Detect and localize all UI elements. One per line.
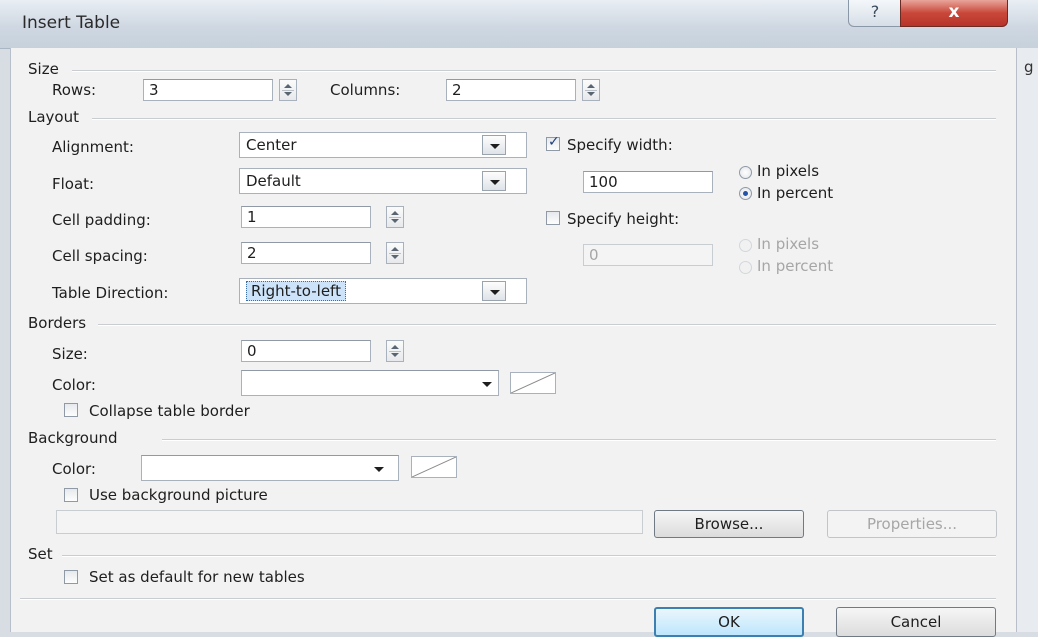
set-default-label: Set as default for new tables xyxy=(89,568,305,586)
background-color-label: Color: xyxy=(52,460,96,478)
no-color-icon xyxy=(412,457,456,477)
height-in-percent-radio xyxy=(739,261,752,274)
background-picture-path-input xyxy=(56,510,643,534)
cell-spacing-input[interactable]: 2 xyxy=(241,242,371,264)
height-in-pixels-label: In pixels xyxy=(757,235,820,253)
cancel-button[interactable]: Cancel xyxy=(836,607,996,637)
chevron-down-icon xyxy=(490,180,500,185)
cell-spacing-spinner[interactable] xyxy=(386,242,404,264)
rows-input[interactable]: 3 xyxy=(143,79,273,101)
spin-down-icon xyxy=(391,353,399,357)
specify-width-checkbox[interactable] xyxy=(546,134,560,151)
background-window-text: g xyxy=(1024,58,1034,76)
alignment-label: Alignment: xyxy=(52,138,134,156)
width-in-pixels-radio[interactable] xyxy=(739,166,752,179)
background-group-header: Background xyxy=(28,429,118,447)
spin-down-icon xyxy=(284,92,292,96)
set-group-header: Set xyxy=(28,545,53,563)
spin-down-icon xyxy=(391,219,399,223)
border-size-label: Size: xyxy=(52,345,88,363)
chevron-down-icon xyxy=(490,290,500,295)
float-dropdown-button[interactable] xyxy=(482,171,506,191)
size-group-header: Size xyxy=(28,60,59,78)
spin-up-icon xyxy=(587,84,595,88)
table-direction-label: Table Direction: xyxy=(52,284,169,302)
layout-group-divider xyxy=(92,118,996,120)
ok-button[interactable]: OK xyxy=(654,607,804,637)
border-color-label: Color: xyxy=(52,376,96,394)
specify-width-label: Specify width: xyxy=(567,136,673,154)
width-in-percent-radio[interactable] xyxy=(739,187,752,200)
background-color-select[interactable] xyxy=(141,455,399,481)
spin-down-icon xyxy=(587,92,595,96)
use-background-picture-label: Use background picture xyxy=(89,486,268,504)
cell-padding-spinner[interactable] xyxy=(386,206,404,228)
float-value: Default xyxy=(246,172,301,190)
borders-group-header: Borders xyxy=(28,314,87,332)
collapse-border-checkbox[interactable] xyxy=(64,403,78,417)
specify-height-checkbox[interactable] xyxy=(546,211,560,225)
background-window-strip xyxy=(1016,48,1038,632)
width-in-pixels-label: In pixels xyxy=(757,162,820,180)
browse-button[interactable]: Browse... xyxy=(654,510,804,538)
background-group-divider xyxy=(162,439,996,441)
use-background-picture-checkbox[interactable] xyxy=(64,488,78,502)
width-in-percent-label: In percent xyxy=(757,184,834,202)
help-icon: ? xyxy=(870,2,880,21)
chevron-down-icon xyxy=(490,144,500,149)
spin-down-icon xyxy=(391,255,399,259)
set-default-checkbox[interactable] xyxy=(64,570,78,584)
footer-divider xyxy=(20,598,996,600)
layout-group-header: Layout xyxy=(28,108,79,126)
close-icon: x xyxy=(948,2,960,22)
properties-button: Properties... xyxy=(827,510,997,538)
border-size-spinner[interactable] xyxy=(386,340,404,362)
spin-up-icon xyxy=(284,84,292,88)
cell-spacing-label: Cell spacing: xyxy=(52,247,148,265)
border-color-swatch[interactable] xyxy=(510,372,556,394)
chevron-down-icon[interactable] xyxy=(482,382,492,387)
columns-spinner[interactable] xyxy=(582,79,600,101)
background-color-swatch[interactable] xyxy=(411,456,457,478)
height-in-percent-label: In percent xyxy=(757,257,834,275)
rows-label: Rows: xyxy=(52,81,97,99)
size-group-divider xyxy=(72,70,996,72)
spin-up-icon xyxy=(391,211,399,215)
cell-padding-input[interactable]: 1 xyxy=(241,206,371,228)
border-color-select[interactable] xyxy=(241,370,499,396)
alignment-dropdown-button[interactable] xyxy=(482,135,506,155)
table-direction-dropdown-button[interactable] xyxy=(482,281,506,301)
alignment-value: Center xyxy=(246,136,297,154)
set-group-divider xyxy=(62,555,996,557)
specify-height-label: Specify height: xyxy=(567,210,680,228)
width-input[interactable]: 100 xyxy=(583,171,713,193)
spin-up-icon xyxy=(391,247,399,251)
borders-group-divider xyxy=(98,324,996,326)
height-input: 0 xyxy=(583,244,713,266)
close-button[interactable]: x xyxy=(900,0,1008,27)
window-title: Insert Table xyxy=(22,13,121,33)
columns-label: Columns: xyxy=(330,81,401,99)
collapse-border-label: Collapse table border xyxy=(89,402,250,420)
rows-spinner[interactable] xyxy=(279,79,297,101)
no-color-icon xyxy=(511,373,555,393)
height-in-pixels-radio xyxy=(739,239,752,252)
chevron-down-icon[interactable] xyxy=(374,467,384,472)
cell-padding-label: Cell padding: xyxy=(52,211,151,229)
columns-input[interactable]: 2 xyxy=(446,79,576,101)
spin-up-icon xyxy=(391,345,399,349)
float-label: Float: xyxy=(52,175,95,193)
table-direction-value: Right-to-left xyxy=(246,281,346,301)
help-button[interactable]: ? xyxy=(848,0,902,27)
border-size-input[interactable]: 0 xyxy=(241,340,371,362)
